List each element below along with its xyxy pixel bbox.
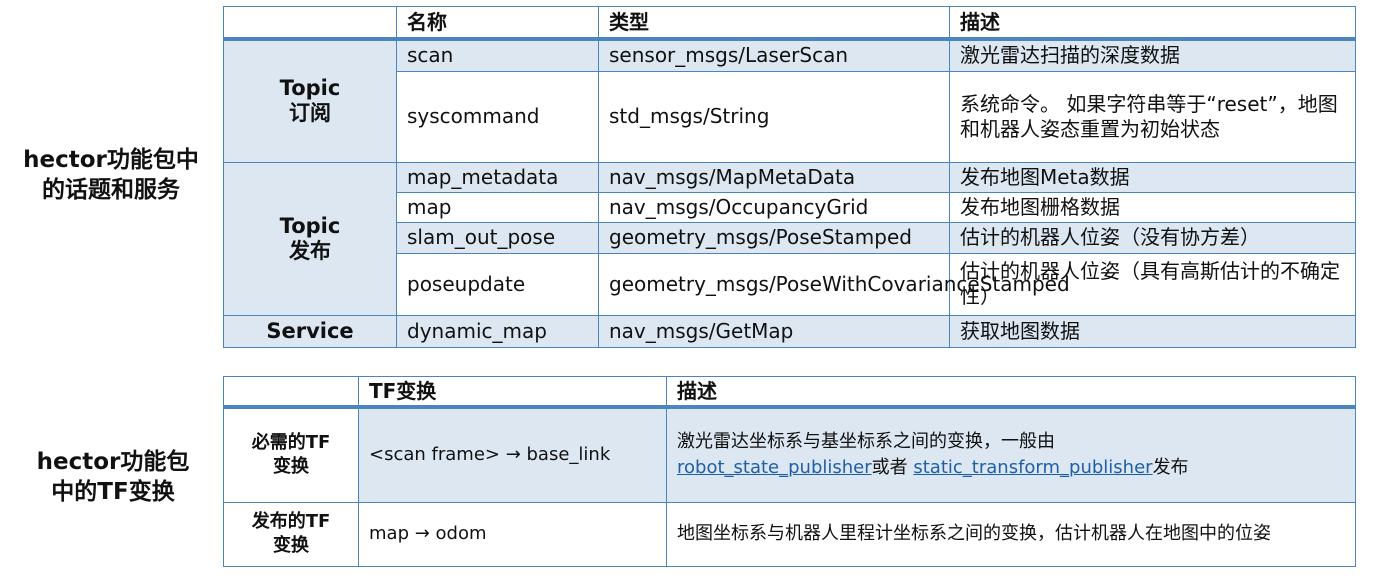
header-cell-type: 类型	[598, 6, 950, 41]
cell-name: syscommand	[396, 70, 599, 163]
table-row: 发布的TF 变换 map → odom 地图坐标系与机器人里程计坐标系之间的变换…	[223, 501, 1356, 567]
cell-type: geometry_msgs/PoseStamped	[598, 221, 950, 254]
section-title-line: hector功能包中	[23, 147, 199, 173]
cell-type: nav_msgs/MapMetaData	[598, 161, 950, 193]
section-title-line: hector功能包	[36, 449, 190, 475]
table-header-row: TF变换 描述	[223, 376, 1356, 409]
header-cell-blank	[223, 6, 397, 41]
cell-name: slam_out_pose	[396, 221, 599, 254]
group-label-service: Service	[223, 314, 397, 348]
cell-desc: 估计的机器人位姿（没有协方差）	[949, 221, 1356, 254]
cell-transform: <scan frame> → base_link	[358, 406, 667, 503]
desc-suffix: 发布	[1152, 457, 1189, 479]
cell-desc: 发布地图Meta数据	[949, 161, 1356, 193]
cell-type: nav_msgs/OccupancyGrid	[598, 191, 950, 223]
table-row: 必需的TF 变换 <scan frame> → base_link 激光雷达坐标…	[223, 406, 1356, 503]
cell-type: nav_msgs/GetMap	[598, 314, 950, 348]
tf-label-line: 变换	[273, 535, 309, 556]
table-row: Topic 订阅 scan sensor_msgs/LaserScan 激光雷达…	[223, 38, 1356, 163]
cell-name: map	[396, 191, 599, 223]
group-label-line: 订阅	[289, 101, 331, 126]
cell-name: poseupdate	[396, 252, 599, 316]
group-label-topic-subscribe: Topic 订阅	[223, 38, 397, 163]
group-label-topic-publish: Topic 发布	[223, 161, 397, 316]
section-title-line: 的话题和服务	[42, 177, 180, 203]
cell-desc: 地图坐标系与机器人里程计坐标系之间的变换，估计机器人在地图中的位姿	[666, 501, 1356, 567]
cell-desc: 发布地图栅格数据	[949, 191, 1356, 223]
header-cell-name: 名称	[396, 6, 599, 41]
cell-name: scan	[396, 38, 599, 72]
tf-label-published: 发布的TF 变换	[223, 501, 359, 567]
cell-desc: 获取地图数据	[949, 314, 1356, 348]
cell-desc: 系统命令。 如果字符串等于“reset”，地图和机器人姿态重置为初始状态	[949, 70, 1356, 163]
header-cell-blank	[223, 376, 359, 409]
group-label-line: 发布	[289, 238, 331, 263]
tf-label-line: 变换	[273, 456, 309, 478]
topics-services-table: 名称 类型 描述 Topic 订阅 scan sensor_msgs/Laser…	[223, 6, 1356, 348]
cell-type: sensor_msgs/LaserScan	[598, 38, 950, 72]
table-row: Topic 发布 map_metadata nav_msgs/MapMetaDa…	[223, 161, 1356, 316]
desc-text: 激光雷达坐标系与基坐标系之间的变换，一般由	[677, 431, 1055, 453]
cell-name: map_metadata	[396, 161, 599, 193]
table-header-row: 名称 类型 描述	[223, 6, 1356, 41]
header-cell-tf: TF变换	[358, 376, 667, 409]
cell-type: geometry_msgs/PoseWithCovarianceStamped	[598, 252, 1070, 316]
group-label-line: Topic	[279, 76, 341, 101]
tf-label-required: 必需的TF 变换	[223, 406, 359, 503]
tf-transform-table: TF变换 描述 必需的TF 变换 <scan frame> → base_lin…	[223, 376, 1356, 567]
cell-desc: 激光雷达坐标系与基坐标系之间的变换，一般由 robot_state_publis…	[666, 406, 1356, 503]
header-cell-desc: 描述	[666, 376, 1356, 409]
cell-desc: 激光雷达扫描的深度数据	[949, 38, 1356, 72]
group-label-line: Topic	[279, 213, 341, 238]
desc-connector: 或者	[871, 457, 908, 479]
robot-state-publisher-link[interactable]: robot_state_publisher	[677, 457, 872, 478]
table-row: Service dynamic_map nav_msgs/GetMap 获取地图…	[223, 314, 1356, 348]
static-transform-publisher-link[interactable]: static_transform_publisher	[913, 457, 1152, 478]
tf-label-line: 发布的TF	[251, 511, 331, 532]
tf-label-line: 必需的TF	[251, 432, 331, 454]
cell-transform: map → odom	[358, 501, 667, 567]
cell-type: std_msgs/String	[598, 70, 950, 163]
section-title-topics: hector功能包中 的话题和服务	[0, 145, 222, 205]
header-cell-desc: 描述	[949, 6, 1356, 41]
desc-links-line: robot_state_publisher或者 static_transform…	[677, 455, 1345, 481]
section-title-tf: hector功能包 中的TF变换	[0, 447, 226, 507]
cell-name: dynamic_map	[396, 314, 599, 348]
section-title-line: 中的TF变换	[51, 479, 175, 505]
